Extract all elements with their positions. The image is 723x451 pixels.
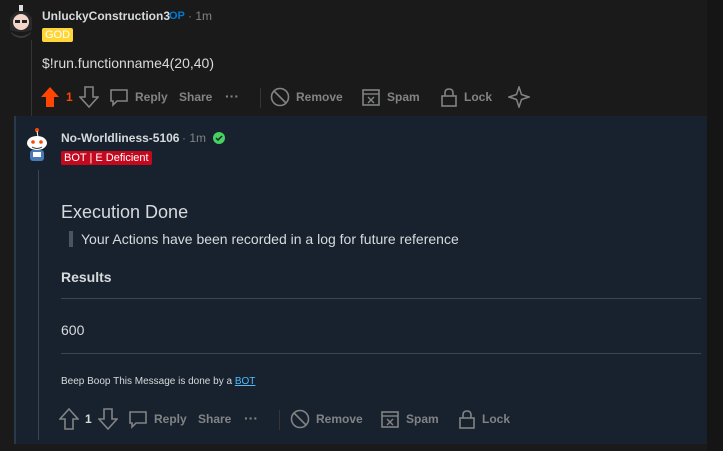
remove-icon <box>270 87 290 107</box>
blockquote: Your Actions have been recorded in a log… <box>69 231 459 247</box>
author-name[interactable]: UnluckyConstruction3 <box>42 9 170 23</box>
avatar[interactable] <box>24 127 50 163</box>
spam-icon <box>361 87 381 107</box>
spam-button[interactable]: Spam <box>361 87 420 107</box>
vote-score: 1 <box>66 90 73 104</box>
lock-label: Lock <box>482 412 511 426</box>
reply-icon <box>109 87 129 107</box>
reply-label: Reply <box>154 412 187 426</box>
comment-actions: 1 Reply Share ··· Remove Spam Lock <box>0 84 723 112</box>
more-icon: ··· <box>225 88 239 104</box>
spam-label: Spam <box>406 412 439 426</box>
reply-button[interactable]: Reply <box>128 409 187 429</box>
timestamp[interactable]: · 1m <box>182 131 206 145</box>
user-flair: BOT | E Deficient <box>61 151 152 165</box>
result-heading: Execution Done <box>61 202 189 222</box>
divider <box>260 88 261 108</box>
footer-prefix: Beep Boop This Message is done by a <box>61 376 235 387</box>
bot-comment <box>14 116 707 444</box>
reply-button[interactable]: Reply <box>109 87 168 107</box>
share-button[interactable]: Share <box>198 412 231 426</box>
more-icon: ··· <box>244 410 258 426</box>
footer-text: Beep Boop This Message is done by a BOT <box>61 376 255 387</box>
op-badge: OP <box>169 10 185 22</box>
share-label: Share <box>179 90 213 104</box>
lock-button[interactable]: Lock <box>440 87 492 107</box>
spam-icon <box>380 409 400 429</box>
lock-icon <box>440 87 458 107</box>
timestamp[interactable]: · 1m <box>188 9 212 23</box>
spam-button[interactable]: Spam <box>380 409 439 429</box>
vote-controls: 1 <box>40 86 99 108</box>
upvote-icon[interactable] <box>59 408 79 430</box>
lock-label: Lock <box>464 90 493 104</box>
comment-actions: 1 Reply Share ··· Remove Spam Lock <box>0 406 723 434</box>
remove-button[interactable]: Remove <box>270 87 343 107</box>
more-button[interactable]: ··· <box>244 410 258 426</box>
user-flair: GOD <box>42 28 74 42</box>
comment-body: $!run.functionname4(20,40) <box>42 55 214 71</box>
divider <box>279 410 280 430</box>
downvote-icon[interactable] <box>78 86 99 108</box>
scroll-gutter <box>707 0 723 451</box>
bot-link[interactable]: BOT <box>235 376 256 387</box>
comment-thread: UnluckyConstruction3 OP · 1m GOD $!run.f… <box>0 0 723 451</box>
share-label: Share <box>198 412 232 426</box>
sparkle-icon <box>508 86 530 108</box>
remove-label: Remove <box>316 412 363 426</box>
downvote-icon[interactable] <box>97 408 118 430</box>
reply-icon <box>128 409 148 429</box>
divider <box>61 353 701 354</box>
vote-score: 1 <box>85 412 92 426</box>
remove-button[interactable]: Remove <box>290 409 363 429</box>
share-button[interactable]: Share <box>179 90 212 104</box>
reply-label: Reply <box>135 90 168 104</box>
thread-line[interactable] <box>14 116 16 444</box>
author-name[interactable]: No-Worldliness-5106 <box>61 131 179 145</box>
spam-label: Spam <box>387 90 420 104</box>
more-button[interactable]: ··· <box>225 88 239 104</box>
remove-label: Remove <box>296 90 343 104</box>
verified-icon <box>213 132 225 144</box>
vote-controls: 1 <box>59 408 118 430</box>
upvote-icon[interactable] <box>40 86 60 108</box>
avatar[interactable] <box>7 4 35 38</box>
lock-button[interactable]: Lock <box>458 409 510 429</box>
results-heading: Results <box>61 269 112 285</box>
result-value: 600 <box>61 322 85 338</box>
mod-actions-button[interactable] <box>508 86 530 108</box>
thread-line[interactable] <box>38 170 39 440</box>
lock-icon <box>458 409 476 429</box>
remove-icon <box>290 409 310 429</box>
quote-text: Your Actions have been recorded in a log… <box>81 231 459 247</box>
divider <box>61 298 701 299</box>
